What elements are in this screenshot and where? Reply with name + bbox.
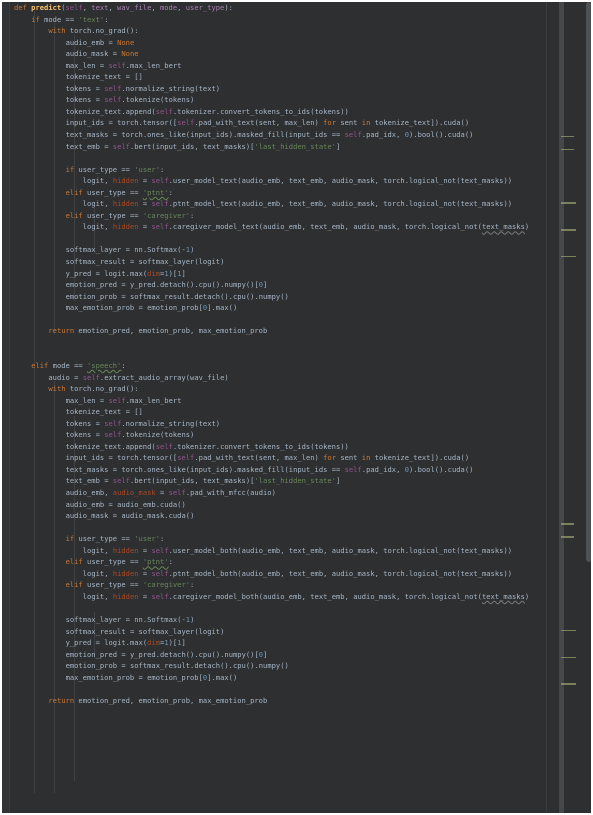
code-line[interactable]: [10, 602, 546, 614]
code-line[interactable]: max_emotion_prob = emotion_prob[0].max(): [10, 302, 546, 314]
code-line[interactable]: [10, 522, 546, 534]
code-line[interactable]: with torch.no_grad():: [10, 383, 546, 395]
code-line[interactable]: audio_mask = None: [10, 48, 546, 60]
code-line[interactable]: emotion_pred = y_pred.detach().cpu().num…: [10, 649, 546, 661]
code-line[interactable]: y_pred = logit.max(dim=1)[1]: [10, 637, 546, 649]
code-line[interactable]: softmax_result = softmax_layer(logit): [10, 626, 546, 638]
code-line[interactable]: logit, hidden = self.caregiver_model_tex…: [10, 221, 546, 233]
code-line[interactable]: audio_mask = audio_mask.cuda(): [10, 510, 546, 522]
code-line[interactable]: tokenize_text = []: [10, 71, 546, 83]
code-line[interactable]: return emotion_pred, emotion_prob, max_e…: [10, 695, 546, 707]
code-line[interactable]: if user_type == 'user':: [10, 164, 546, 176]
code-line[interactable]: audio_emb = None: [10, 37, 546, 49]
code-line[interactable]: def predict(self, text, wav_file, mode, …: [10, 2, 546, 14]
code-line[interactable]: return emotion_pred, emotion_prob, max_e…: [10, 325, 546, 337]
code-editor-window: def predict(self, text, wav_file, mode, …: [0, 0, 593, 815]
code-line[interactable]: [10, 233, 546, 245]
code-line[interactable]: elif user_type == 'ptnt':: [10, 187, 546, 199]
code-line[interactable]: text_emb = self.bert(input_ids, text_mas…: [10, 141, 546, 153]
code-line[interactable]: audio_emb, audio_mask = self.pad_with_mf…: [10, 487, 546, 499]
code-line[interactable]: audio = self.extract_audio_array(wav_fil…: [10, 372, 546, 384]
code-line[interactable]: logit, hidden = self.user_model_text(aud…: [10, 175, 546, 187]
code-line[interactable]: max_len = self.max_len_bert: [10, 60, 546, 72]
code-line[interactable]: text_masks = torch.ones_like(input_ids).…: [10, 464, 546, 476]
code-line[interactable]: tokens = self.tokenize(tokens): [10, 94, 546, 106]
code-line[interactable]: max_emotion_prob = emotion_prob[0].max(): [10, 672, 546, 684]
code-line[interactable]: elif mode == 'speech':: [10, 360, 546, 372]
code-line[interactable]: text_masks = torch.ones_like(input_ids).…: [10, 129, 546, 141]
code-line[interactable]: if mode == 'text':: [10, 14, 546, 26]
code-line[interactable]: emotion_prob = softmax_result.detach().c…: [10, 660, 546, 672]
code-line[interactable]: audio_emb = audio_emb.cuda(): [10, 499, 546, 511]
code-line[interactable]: [10, 314, 546, 326]
code-line[interactable]: input_ids = torch.tensor([self.pad_with_…: [10, 117, 546, 129]
code-scroll-area[interactable]: def predict(self, text, wav_file, mode, …: [10, 0, 546, 815]
editor-right-rail: [546, 0, 593, 815]
window-frame-left: [0, 0, 2, 815]
code-line[interactable]: tokens = self.normalize_string(text): [10, 83, 546, 95]
code-line[interactable]: elif user_type == 'ptnt':: [10, 556, 546, 568]
code-line[interactable]: elif user_type == 'caregiver':: [10, 210, 546, 222]
code-line[interactable]: tokens = self.tokenize(tokens): [10, 429, 546, 441]
code-line[interactable]: elif user_type == 'caregiver':: [10, 579, 546, 591]
code-line[interactable]: logit, hidden = self.ptnt_model_text(aud…: [10, 198, 546, 210]
code-line[interactable]: logit, hidden = self.user_model_both(aud…: [10, 545, 546, 557]
code-line[interactable]: [10, 683, 546, 695]
code-line[interactable]: [10, 348, 546, 360]
code-line[interactable]: input_ids = torch.tensor([self.pad_with_…: [10, 452, 546, 464]
code-line[interactable]: emotion_prob = softmax_result.detach().c…: [10, 291, 546, 303]
window-frame-top: [0, 0, 593, 2]
code-text[interactable]: def predict(self, text, wav_file, mode, …: [10, 0, 546, 706]
code-line[interactable]: y_pred = logit.max(dim=1)[1]: [10, 268, 546, 280]
code-line[interactable]: tokens = self.normalize_string(text): [10, 418, 546, 430]
code-line[interactable]: emotion_pred = y_pred.detach().cpu().num…: [10, 279, 546, 291]
code-line[interactable]: tokenize_text.append(self.tokenizer.conv…: [10, 106, 546, 118]
code-line[interactable]: with torch.no_grad():: [10, 25, 546, 37]
code-line[interactable]: if user_type == 'user':: [10, 533, 546, 545]
code-line[interactable]: logit, hidden = self.caregiver_model_bot…: [10, 591, 546, 603]
code-line[interactable]: text_emb = self.bert(input_ids, text_mas…: [10, 475, 546, 487]
code-line[interactable]: [10, 152, 546, 164]
code-line[interactable]: logit, hidden = self.ptnt_model_both(aud…: [10, 568, 546, 580]
minimap-viewport-thumb[interactable]: [559, 0, 564, 815]
code-line[interactable]: softmax_layer = nn.Softmax(-1): [10, 614, 546, 626]
code-line[interactable]: [10, 337, 546, 349]
code-line[interactable]: softmax_layer = nn.Softmax(-1): [10, 244, 546, 256]
code-line[interactable]: max_len = self.max_len_bert: [10, 395, 546, 407]
code-line[interactable]: tokenize_text = []: [10, 406, 546, 418]
code-line[interactable]: softmax_result = softmax_layer(logit): [10, 256, 546, 268]
code-line[interactable]: tokenize_text.append(self.tokenizer.conv…: [10, 441, 546, 453]
